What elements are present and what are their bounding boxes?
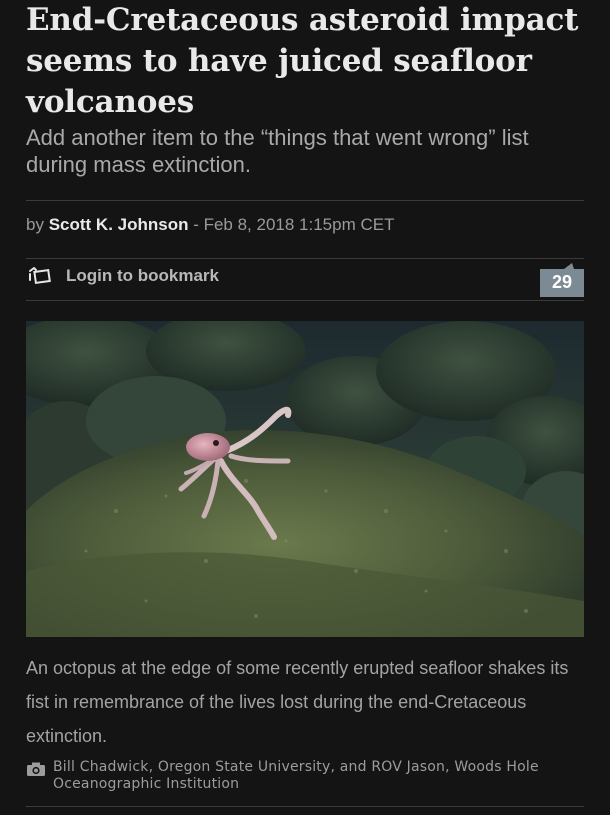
login-to-bookmark-button[interactable]: Login to bookmark [26, 266, 219, 286]
camera-icon [26, 761, 46, 777]
byline-date: - Feb 8, 2018 1:15pm CET [188, 215, 395, 234]
byline-prefix: by [26, 215, 49, 234]
article-headline: End-Cretaceous asteroid impact seems to … [26, 2, 579, 120]
article-image [26, 321, 584, 637]
bookmark-row: Login to bookmark 29 [26, 263, 584, 297]
author-link[interactable]: Scott K. Johnson [49, 215, 189, 234]
image-caption: An octopus at the edge of some recently … [26, 658, 569, 746]
divider [26, 200, 584, 201]
octopus-seafloor-photo [26, 321, 584, 637]
comments-count: 29 [551, 272, 573, 292]
divider [26, 258, 584, 259]
divider [26, 806, 584, 807]
article-dek: Add another item to the “things that wen… [26, 125, 529, 177]
bookmark-icon [26, 266, 52, 286]
comments-count-badge[interactable]: 29 [540, 263, 584, 297]
divider [26, 300, 584, 301]
bookmark-label: Login to bookmark [66, 266, 219, 285]
image-credit: Bill Chadwick, Oregon State University, … [26, 759, 586, 793]
credit-text: Bill Chadwick, Oregon State University, … [53, 759, 539, 792]
byline: by Scott K. Johnson - Feb 8, 2018 1:15pm… [26, 215, 394, 235]
